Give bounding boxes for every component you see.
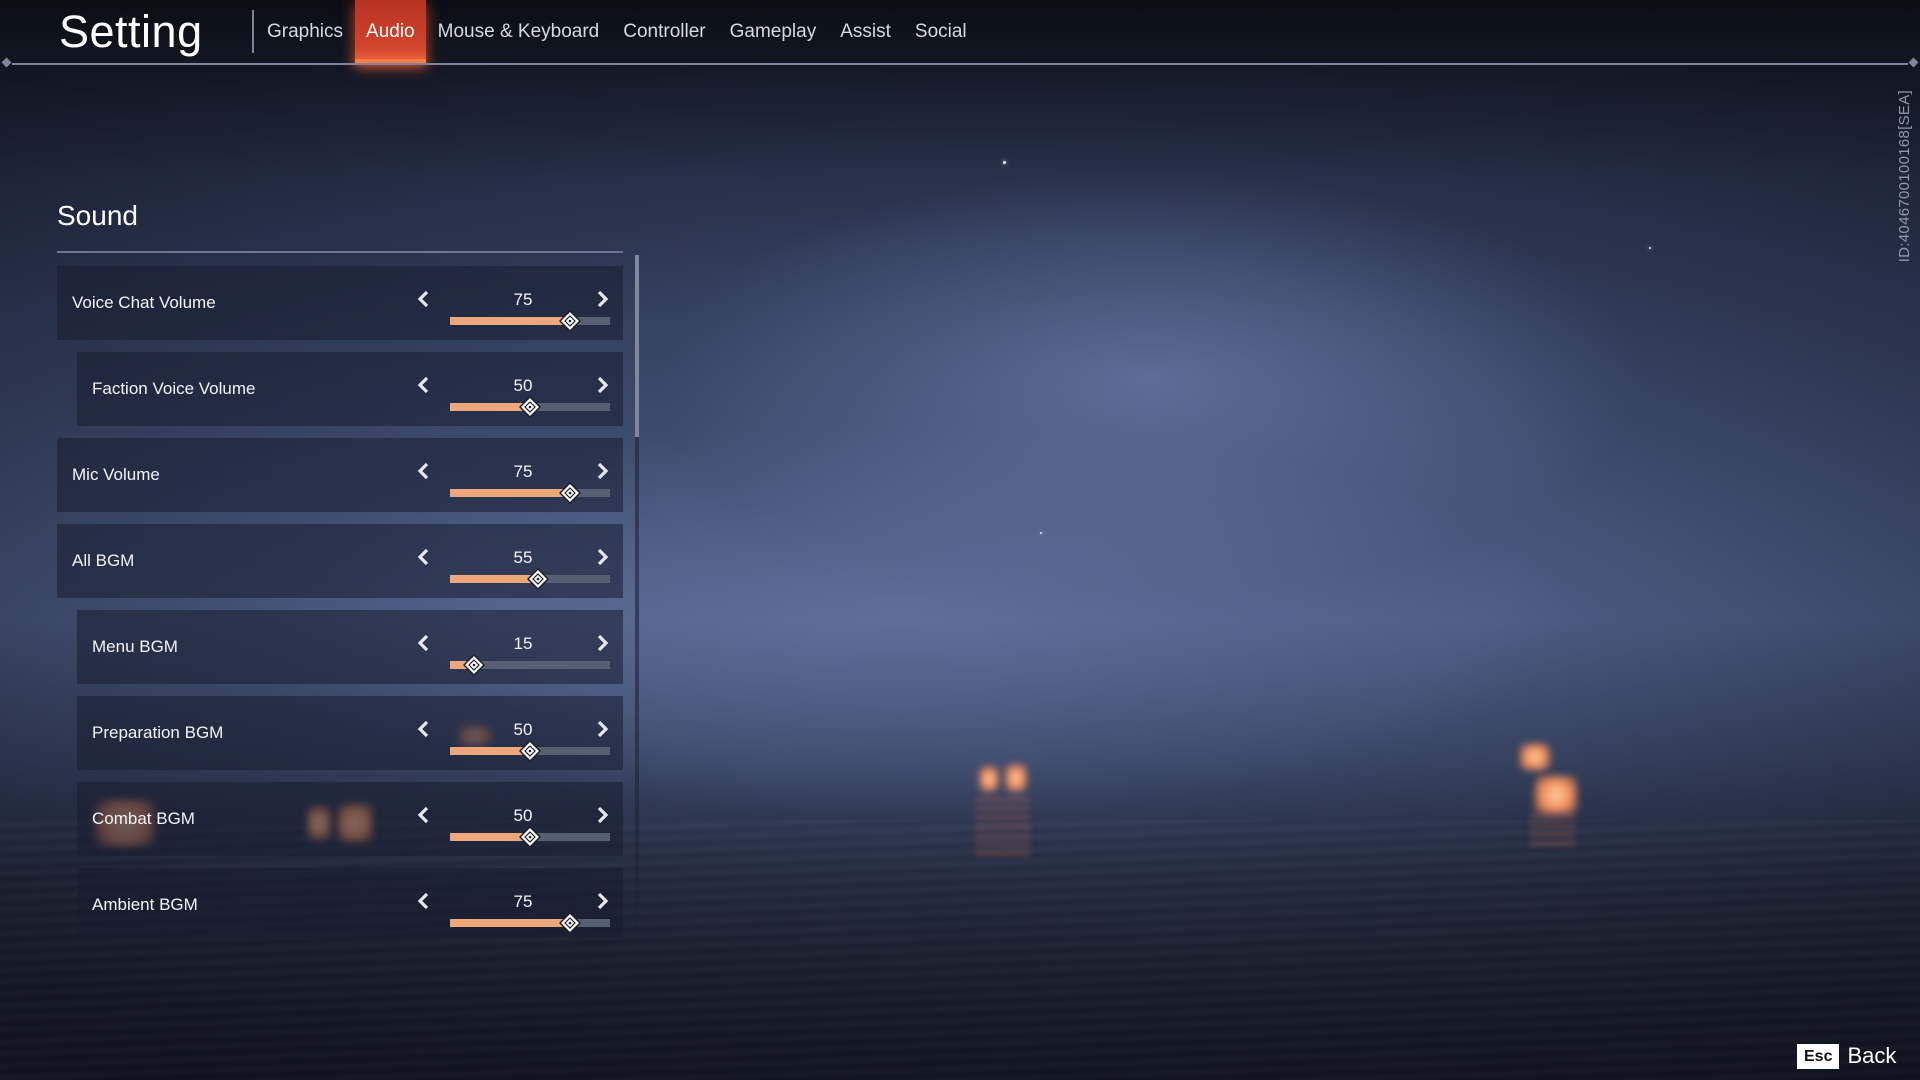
chevron-right-icon[interactable] bbox=[591, 718, 613, 740]
setting-row-all-bgm: All BGM 55 bbox=[57, 524, 623, 598]
setting-value: 75 bbox=[513, 892, 533, 911]
setting-value: 15 bbox=[513, 634, 533, 653]
slider-control: 50 bbox=[413, 352, 623, 426]
chevron-right-icon[interactable] bbox=[591, 632, 613, 654]
background-star bbox=[1003, 161, 1006, 164]
setting-row-preparation-bgm: Preparation BGM 50 bbox=[77, 696, 623, 770]
page-title: Setting bbox=[59, 6, 203, 57]
diamond-thumb-icon[interactable] bbox=[558, 481, 582, 505]
chevron-left-icon[interactable] bbox=[413, 718, 435, 740]
background-reflection bbox=[1530, 815, 1575, 851]
tab-controller[interactable]: Controller bbox=[611, 0, 717, 63]
setting-row-faction-voice-volume: Faction Voice Volume 50 bbox=[77, 352, 623, 426]
slider-fill bbox=[450, 833, 530, 841]
diamond-thumb-icon[interactable] bbox=[526, 567, 550, 591]
background-star bbox=[1649, 247, 1651, 249]
diamond-thumb-icon[interactable] bbox=[558, 911, 582, 935]
setting-label: Preparation BGM bbox=[92, 723, 224, 742]
slider-track[interactable] bbox=[450, 653, 610, 677]
setting-value: 75 bbox=[513, 290, 533, 309]
slider-track[interactable] bbox=[450, 395, 610, 419]
tab-assist[interactable]: Assist bbox=[828, 0, 903, 63]
chevron-right-icon[interactable] bbox=[591, 546, 613, 568]
slider-fill bbox=[450, 919, 570, 927]
chevron-left-icon[interactable] bbox=[413, 804, 435, 826]
background-lantern bbox=[980, 766, 998, 792]
slider-track[interactable] bbox=[450, 481, 610, 505]
slider-control: 75 bbox=[413, 868, 623, 942]
diamond-thumb-icon[interactable] bbox=[558, 309, 582, 333]
tab-audio[interactable]: Audio bbox=[355, 0, 426, 63]
slider-control: 75 bbox=[413, 266, 623, 340]
tab-graphics[interactable]: Graphics bbox=[255, 0, 355, 63]
tab-gameplay[interactable]: Gameplay bbox=[718, 0, 829, 63]
setting-value: 50 bbox=[513, 806, 533, 825]
background-water bbox=[0, 820, 1920, 1080]
slider-track[interactable] bbox=[450, 309, 610, 333]
background-star bbox=[1040, 532, 1042, 534]
slider-control: 75 bbox=[413, 438, 623, 512]
background-lantern bbox=[1520, 744, 1550, 770]
slider-fill bbox=[450, 747, 530, 755]
setting-row-menu-bgm: Menu BGM 15 bbox=[77, 610, 623, 684]
chevron-left-icon[interactable] bbox=[413, 374, 435, 396]
tab-mouse-keyboard[interactable]: Mouse & Keyboard bbox=[426, 0, 612, 63]
settings-tabs: Graphics Audio Mouse & Keyboard Controll… bbox=[255, 0, 979, 63]
setting-value: 55 bbox=[513, 548, 533, 567]
slider-track[interactable] bbox=[450, 567, 610, 591]
setting-value: 50 bbox=[513, 376, 533, 395]
setting-value: 75 bbox=[513, 462, 533, 481]
setting-value: 50 bbox=[513, 720, 533, 739]
setting-row-voice-chat-volume: Voice Chat Volume 75 bbox=[57, 266, 623, 340]
chevron-left-icon[interactable] bbox=[413, 460, 435, 482]
setting-row-combat-bgm: Combat BGM 50 bbox=[77, 782, 623, 856]
slider-track[interactable] bbox=[450, 825, 610, 849]
chevron-right-icon[interactable] bbox=[591, 374, 613, 396]
background-lantern bbox=[1006, 764, 1026, 792]
back-button[interactable]: Esc Back bbox=[1797, 1043, 1896, 1069]
setting-row-mic-volume: Mic Volume 75 bbox=[57, 438, 623, 512]
chevron-right-icon[interactable] bbox=[591, 890, 613, 912]
esc-key-icon: Esc bbox=[1797, 1043, 1840, 1069]
chevron-right-icon[interactable] bbox=[591, 460, 613, 482]
chevron-left-icon[interactable] bbox=[413, 632, 435, 654]
back-label: Back bbox=[1847, 1043, 1897, 1068]
slider-fill bbox=[450, 575, 538, 583]
scrollbar-thumb[interactable] bbox=[635, 255, 639, 437]
tab-social[interactable]: Social bbox=[903, 0, 979, 63]
server-id-label: ID:4046700100168[SEA] bbox=[1896, 90, 1913, 263]
setting-label: Mic Volume bbox=[72, 465, 160, 484]
setting-label: Menu BGM bbox=[92, 637, 178, 656]
diamond-thumb-icon[interactable] bbox=[462, 653, 486, 677]
slider-fill bbox=[450, 489, 570, 497]
chevron-left-icon[interactable] bbox=[413, 890, 435, 912]
setting-label: All BGM bbox=[72, 551, 135, 570]
title-divider bbox=[252, 10, 254, 53]
background-lantern bbox=[1535, 776, 1577, 814]
section-divider bbox=[57, 251, 623, 253]
chevron-right-icon[interactable] bbox=[591, 804, 613, 826]
diamond-thumb-icon[interactable] bbox=[518, 825, 542, 849]
setting-row-ambient-bgm: Ambient BGM 75 bbox=[77, 868, 623, 938]
setting-label: Voice Chat Volume bbox=[72, 293, 216, 312]
slider-track[interactable] bbox=[450, 739, 610, 763]
slider-control: 50 bbox=[413, 696, 623, 770]
slider-control: 50 bbox=[413, 782, 623, 856]
header-divider bbox=[12, 63, 1908, 65]
setting-label: Combat BGM bbox=[92, 809, 195, 828]
setting-label: Faction Voice Volume bbox=[92, 379, 256, 398]
chevron-left-icon[interactable] bbox=[413, 288, 435, 310]
slider-fill bbox=[450, 317, 570, 325]
background-reflection bbox=[975, 798, 1030, 858]
slider-control: 55 bbox=[413, 524, 623, 598]
diamond-thumb-icon[interactable] bbox=[518, 739, 542, 763]
slider-fill bbox=[450, 403, 530, 411]
section-title: Sound bbox=[57, 200, 138, 231]
diamond-thumb-icon[interactable] bbox=[518, 395, 542, 419]
slider-track[interactable] bbox=[450, 911, 610, 935]
chevron-left-icon[interactable] bbox=[413, 546, 435, 568]
slider-control: 15 bbox=[413, 610, 623, 684]
chevron-right-icon[interactable] bbox=[591, 288, 613, 310]
setting-label: Ambient BGM bbox=[92, 895, 198, 914]
